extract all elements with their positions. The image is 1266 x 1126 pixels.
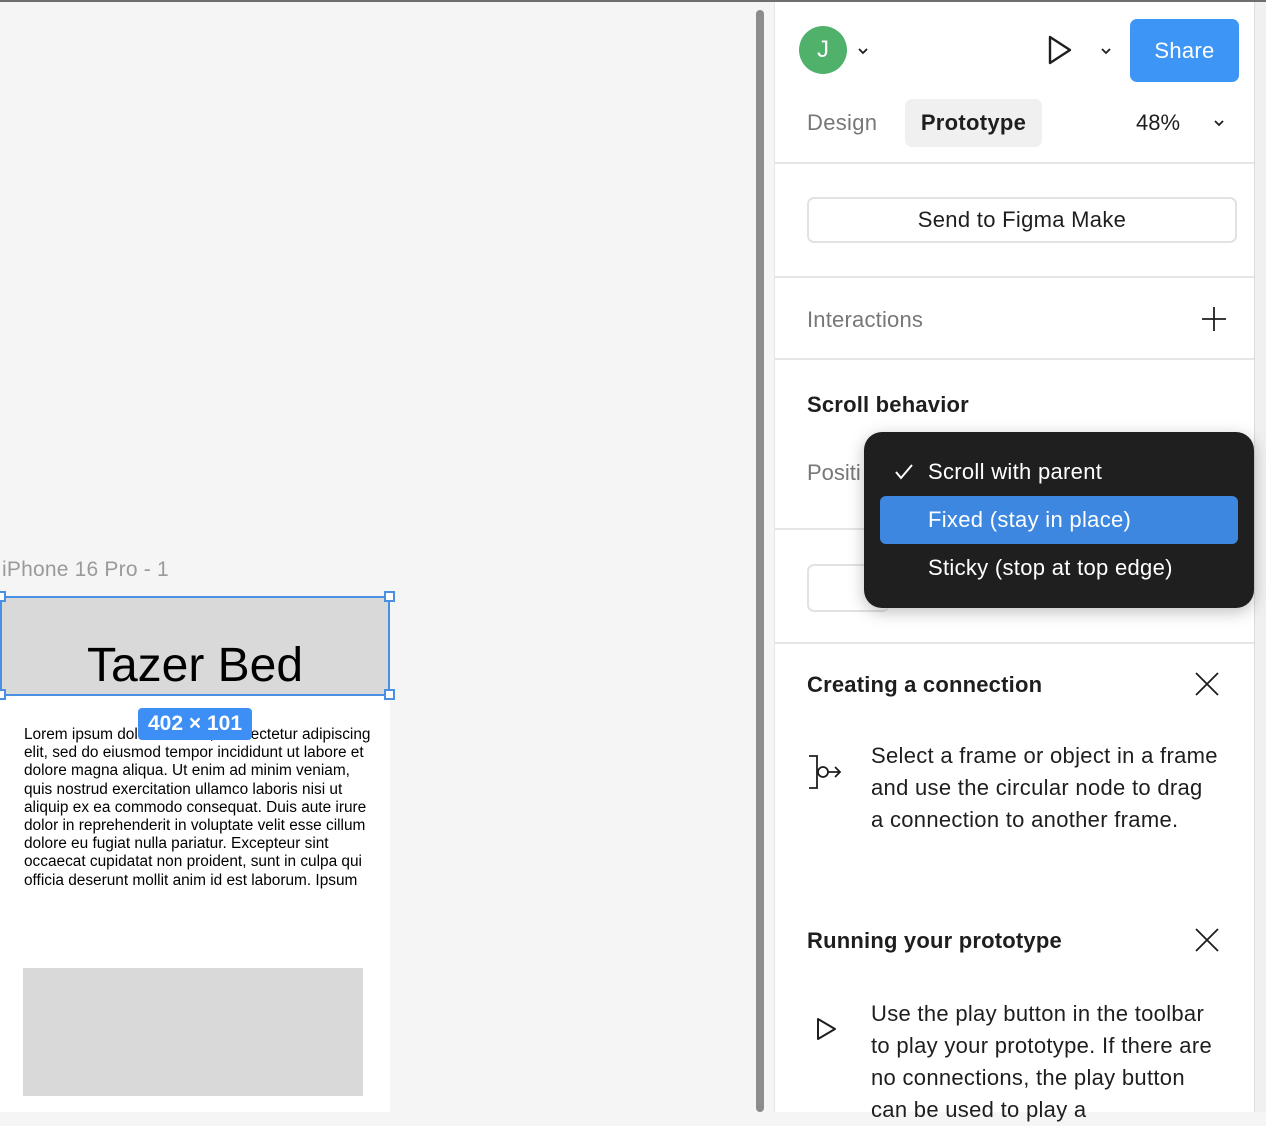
scroll-position-dropdown: Scroll with parent Fixed (stay in place)… (864, 432, 1254, 608)
option-label: Scroll with parent (928, 459, 1103, 484)
image-placeholder-rectangle[interactable] (23, 968, 363, 1096)
check-icon (895, 464, 913, 480)
creating-connection-title: Creating a connection (807, 672, 1043, 697)
canvas-scrollbar[interactable] (756, 10, 764, 1112)
option-scroll-with-parent[interactable]: Scroll with parent (880, 448, 1238, 496)
send-to-figma-make-button[interactable]: Send to Figma Make (807, 197, 1237, 243)
option-label: Fixed (stay in place) (928, 507, 1132, 532)
divider (775, 642, 1255, 644)
panel-edge (1254, 2, 1266, 1112)
creating-connection-text: Select a frame or object in a frame and … (871, 743, 1218, 832)
chevron-down-icon[interactable] (1100, 45, 1112, 57)
dimension-badge: 402 × 101 (138, 708, 252, 740)
option-label: Sticky (stop at top edge) (928, 555, 1173, 580)
tab-prototype[interactable]: Prototype (905, 99, 1042, 147)
selection-outline (0, 596, 390, 696)
option-fixed[interactable]: Fixed (stay in place) (880, 496, 1238, 544)
avatar[interactable]: J (799, 26, 847, 74)
divider (775, 358, 1255, 360)
tab-design[interactable]: Design (795, 99, 889, 147)
scroll-behavior-title: Scroll behavior (807, 392, 969, 417)
interactions-title: Interactions (807, 307, 924, 332)
design-canvas[interactable]: iPhone 16 Pro - 1 Tazer Bed Lorem ipsum … (0, 2, 756, 1112)
body-text[interactable]: Lorem ipsum dolor sit amet, consectetur … (24, 726, 372, 890)
running-prototype-title: Running your prototype (807, 928, 1062, 953)
play-icon[interactable] (1041, 32, 1077, 68)
resize-handle-bottom-right[interactable] (384, 689, 395, 700)
divider (775, 162, 1255, 164)
running-prototype-text: Use the play button in the toolbar to pl… (871, 1001, 1212, 1122)
zoom-level[interactable]: 48% (1136, 99, 1180, 147)
position-label: Positi (807, 460, 861, 485)
resize-handle-top-right[interactable] (384, 591, 395, 602)
divider (775, 276, 1255, 278)
share-button[interactable]: Share (1130, 19, 1239, 82)
chevron-down-icon[interactable] (857, 45, 869, 57)
chevron-down-icon[interactable] (1213, 117, 1225, 129)
option-sticky[interactable]: Sticky (stop at top edge) (880, 544, 1238, 592)
add-interaction-icon[interactable] (1201, 306, 1227, 332)
close-icon[interactable] (1194, 671, 1220, 697)
resize-handle-top-left[interactable] (0, 591, 6, 602)
resize-handle-bottom-left[interactable] (0, 689, 6, 700)
play-icon (817, 1018, 836, 1040)
connection-node-icon (809, 755, 842, 789)
close-icon[interactable] (1194, 927, 1220, 953)
frame-label[interactable]: iPhone 16 Pro - 1 (2, 558, 169, 582)
